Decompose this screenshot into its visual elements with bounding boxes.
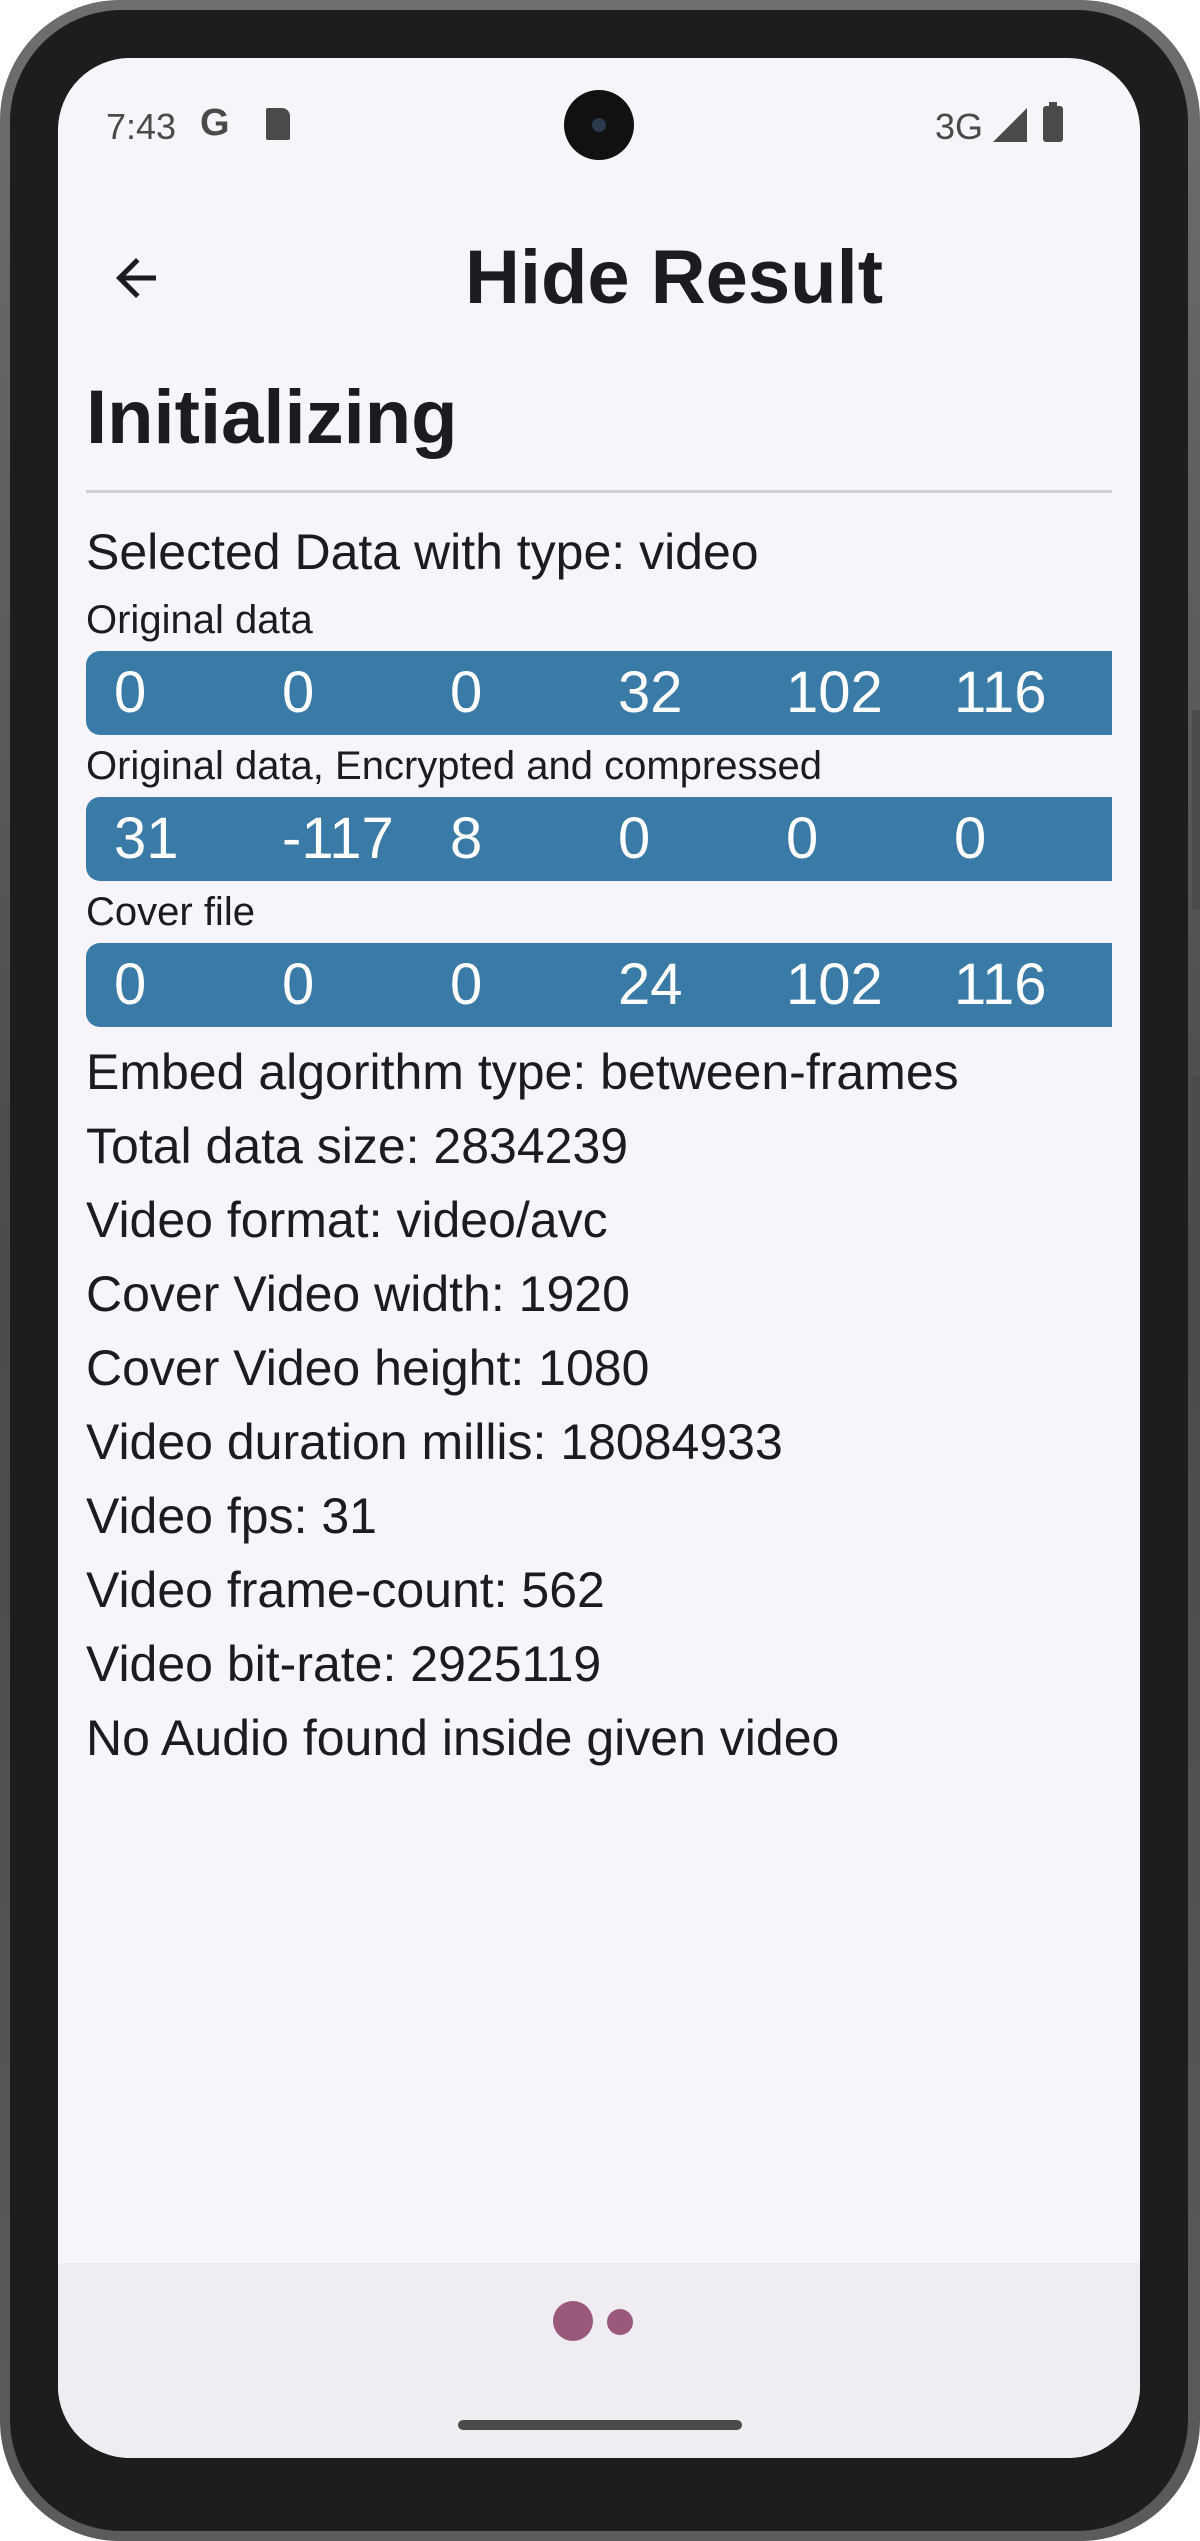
video-info-list: Embed algorithm type: between-frames Tot…: [86, 1035, 1112, 1775]
status-time: 7:43: [106, 106, 177, 147]
byte-value: 24: [618, 952, 683, 1017]
byte-value: -117: [282, 806, 394, 871]
audio-status: No Audio found inside given video: [86, 1710, 840, 1766]
google-icon: G: [200, 102, 230, 144]
front-camera: [564, 90, 634, 160]
arrow-back-icon: [116, 258, 156, 298]
byte-value: 8: [450, 806, 483, 871]
byte-value: 116: [954, 660, 1047, 725]
cover-video-width: Cover Video width: 1920: [86, 1266, 630, 1322]
original-data-caption: Original data: [86, 598, 313, 642]
byte-value: 102: [786, 952, 883, 1017]
cover-file-caption: Cover file: [86, 890, 255, 934]
loading-dot-large: [553, 2301, 593, 2341]
power-button: [1192, 710, 1200, 910]
battery-icon: [1043, 102, 1063, 142]
home-indicator[interactable]: [458, 2420, 742, 2430]
byte-value: 32: [618, 660, 683, 725]
screen: 7:43 G 3G Hide Result Initializing Selec…: [58, 58, 1140, 2458]
byte-value: 0: [282, 952, 315, 1017]
encrypted-data-bytes[interactable]: 31 -117 8 0 0 0: [86, 797, 1112, 881]
byte-value: 0: [114, 660, 147, 725]
byte-value: 0: [114, 952, 147, 1017]
byte-value: 0: [282, 660, 315, 725]
video-fps: Video fps: 31: [86, 1488, 377, 1544]
divider: [86, 490, 1112, 493]
loading-dot-small: [607, 2309, 633, 2335]
volume-button: [1192, 1075, 1200, 1405]
status-bar: 7:43 G 3G: [58, 58, 1140, 198]
cover-video-height: Cover Video height: 1080: [86, 1340, 650, 1396]
video-frame-count: Video frame-count: 562: [86, 1562, 605, 1618]
total-data-size: Total data size: 2834239: [86, 1118, 629, 1174]
result-content: Initializing Selected Data with type: vi…: [86, 358, 1112, 1775]
video-duration: Video duration millis: 18084933: [86, 1414, 783, 1470]
byte-value: 31: [114, 806, 179, 871]
network-type: 3G: [935, 106, 984, 147]
page-title: Hide Result: [464, 235, 884, 320]
byte-value: 0: [786, 806, 819, 871]
status-heading: Initializing: [86, 375, 458, 460]
video-bit-rate: Video bit-rate: 2925119: [86, 1636, 602, 1692]
back-button[interactable]: [96, 238, 176, 318]
byte-value: 116: [954, 952, 1047, 1017]
bottom-bar: [58, 2263, 1140, 2458]
selected-data-type: Selected Data with type: video: [86, 524, 759, 580]
byte-value: 0: [954, 806, 987, 871]
embed-algorithm: Embed algorithm type: between-frames: [86, 1044, 959, 1100]
original-data-bytes[interactable]: 0 0 0 32 102 116: [86, 651, 1112, 735]
byte-value: 0: [618, 806, 651, 871]
signal-icon: [993, 108, 1027, 142]
byte-value: 0: [450, 952, 483, 1017]
encrypted-data-caption: Original data, Encrypted and compressed: [86, 744, 822, 788]
top-app-bar: Hide Result: [58, 218, 1140, 338]
cover-file-bytes[interactable]: 0 0 0 24 102 116: [86, 943, 1112, 1027]
byte-value: 102: [786, 660, 883, 725]
byte-value: 0: [450, 660, 483, 725]
video-format: Video format: video/avc: [86, 1192, 608, 1248]
sd-card-icon: [266, 108, 290, 140]
